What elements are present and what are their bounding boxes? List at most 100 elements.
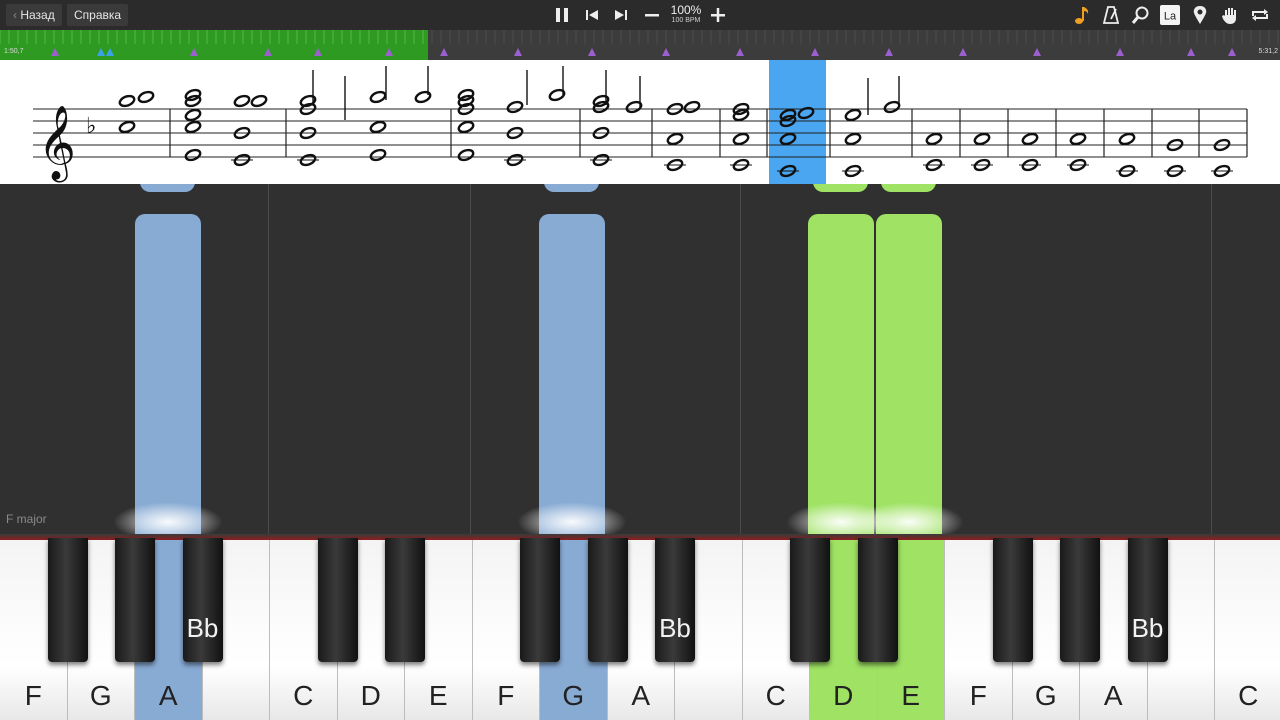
treble-clef-icon: 𝄞 xyxy=(38,106,76,183)
key-hit-glow xyxy=(854,502,964,534)
note-head xyxy=(184,120,202,134)
white-key-label: F xyxy=(969,680,987,711)
back-button[interactable]: ‹ Назад xyxy=(6,4,62,26)
section-marker xyxy=(514,48,522,56)
white-key-label: A xyxy=(1103,680,1123,711)
section-marker xyxy=(885,48,893,56)
note-head xyxy=(1069,132,1087,146)
white-key-label: F xyxy=(24,680,42,711)
staff-notation: 𝄞 ♭ xyxy=(33,60,1248,184)
note-head xyxy=(683,100,701,114)
note-head xyxy=(184,108,202,122)
note-head xyxy=(925,132,943,146)
section-marker xyxy=(588,48,596,56)
measure-separator xyxy=(470,184,471,534)
note-head xyxy=(118,120,136,134)
black-key[interactable] xyxy=(47,538,88,662)
note-head xyxy=(118,94,136,108)
current-measure-highlight xyxy=(769,60,826,184)
black-key[interactable] xyxy=(520,538,560,662)
note-head xyxy=(883,100,901,114)
skip-back-icon[interactable] xyxy=(581,4,603,26)
white-key-label: D xyxy=(360,680,381,711)
magnifier-icon[interactable] xyxy=(1130,4,1152,26)
black-key[interactable] xyxy=(115,538,155,662)
la-badge-text: La xyxy=(1164,11,1177,23)
key-hit-glow xyxy=(113,502,223,534)
note-head xyxy=(732,132,750,146)
falling-notes-area: F major xyxy=(0,184,1280,534)
white-key-label: G xyxy=(89,680,112,711)
note-head xyxy=(1118,132,1136,146)
black-key-label: Bb xyxy=(659,613,691,643)
white-key-c[interactable]: C xyxy=(1215,540,1280,720)
section-marker xyxy=(1228,48,1236,56)
falling-note-left-hand xyxy=(140,184,195,192)
falling-note-right-hand xyxy=(808,214,874,534)
top-toolbar: ‹ Назад Справка 100% 100 BPM La xyxy=(0,0,1280,30)
black-key-bb[interactable]: Bb xyxy=(182,538,223,662)
la-icon[interactable]: La xyxy=(1159,4,1181,26)
section-marker xyxy=(1187,48,1195,56)
note-head xyxy=(844,132,862,146)
black-key[interactable] xyxy=(857,538,898,662)
loop-icon[interactable] xyxy=(1249,4,1271,26)
white-key-label: G xyxy=(562,680,585,711)
black-key[interactable] xyxy=(317,538,358,662)
key-signature-label: F major xyxy=(6,512,47,526)
section-marker xyxy=(264,48,272,56)
minus-icon[interactable] xyxy=(641,4,663,26)
key-hit-glow xyxy=(517,502,627,534)
white-key-label: C xyxy=(1238,680,1259,711)
white-key-label: G xyxy=(1034,680,1057,711)
note-head xyxy=(250,94,268,108)
black-key[interactable] xyxy=(992,538,1033,662)
pin-icon[interactable] xyxy=(1189,4,1211,26)
note-head xyxy=(233,94,251,108)
section-marker xyxy=(1033,48,1041,56)
note-head xyxy=(137,90,155,104)
measure-separator xyxy=(1211,184,1212,534)
back-label: Назад xyxy=(20,8,55,22)
song-progress-bar[interactable]: 1:50,7 5:31,2 xyxy=(0,30,1280,60)
tempo-percent: 100% xyxy=(670,3,702,17)
white-key-label: A xyxy=(158,680,178,711)
note-head xyxy=(369,120,387,134)
note-icon[interactable] xyxy=(1071,4,1093,26)
black-key-bb[interactable]: Bb xyxy=(1127,538,1168,662)
falling-note-right-hand xyxy=(881,184,936,192)
falling-note-left-hand xyxy=(544,184,599,192)
hand-icon[interactable] xyxy=(1219,4,1241,26)
black-key[interactable] xyxy=(790,538,830,662)
flat-sign-icon: ♭ xyxy=(86,114,96,139)
piano-keyboard[interactable]: F G A C D E F G A C D E F G A C Bb Bb Bb xyxy=(0,534,1280,720)
plus-icon[interactable] xyxy=(707,4,729,26)
note-head xyxy=(457,148,475,162)
white-key-label: A xyxy=(631,680,651,711)
metronome-icon[interactable] xyxy=(1100,4,1122,26)
white-key-label: F xyxy=(497,680,515,711)
note-head xyxy=(457,120,475,134)
skip-forward-icon[interactable] xyxy=(610,4,632,26)
black-key-label: Bb xyxy=(1131,613,1164,643)
pause-icon[interactable] xyxy=(551,4,573,26)
white-key-label: C xyxy=(293,680,314,711)
note-head xyxy=(506,100,524,114)
tempo-display: 100% 100 BPM xyxy=(666,4,706,25)
note-head xyxy=(1021,132,1039,146)
black-key[interactable] xyxy=(1060,538,1100,662)
note-head xyxy=(844,108,862,122)
note-head xyxy=(369,148,387,162)
measure-separator xyxy=(268,184,269,534)
time-elapsed: 1:50,7 xyxy=(4,48,24,55)
falling-note-right-hand xyxy=(813,184,868,192)
tempo-bpm: 100 BPM xyxy=(671,17,701,24)
black-key[interactable] xyxy=(385,538,425,662)
help-button[interactable]: Справка xyxy=(67,4,129,26)
falling-note-left-hand xyxy=(135,214,201,534)
sheet-music-strip[interactable]: 𝄞 ♭ xyxy=(0,60,1280,184)
black-key-bb[interactable]: Bb xyxy=(655,538,695,662)
black-key[interactable] xyxy=(587,538,628,662)
note-head xyxy=(369,90,387,104)
falling-note-right-hand xyxy=(876,214,942,534)
